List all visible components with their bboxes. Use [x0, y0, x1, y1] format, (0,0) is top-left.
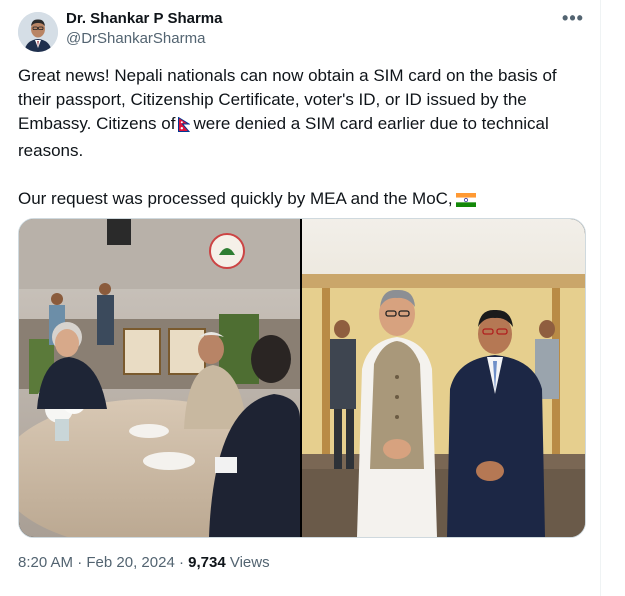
author-name[interactable]: Dr. Shankar P Sharma [66, 10, 222, 27]
tweet-paragraph-1: Great news! Nepali nationals can now obt… [18, 64, 588, 163]
more-options-icon[interactable]: ••• [558, 8, 588, 32]
tweet-time[interactable]: 8:20 AM [18, 554, 73, 571]
tweet-header: Dr. Shankar P Sharma @DrShankarSharma ••… [18, 8, 588, 52]
meta-separator: · [178, 554, 184, 571]
timeline-divider [600, 0, 601, 596]
tweet-metadata: 8:20 AM · Feb 20, 2024 · 9,734 Views [18, 554, 270, 571]
nepal-flag-icon [178, 115, 192, 139]
author-handle[interactable]: @DrShankarSharma [66, 30, 205, 47]
tweet-card: Dr. Shankar P Sharma @DrShankarSharma ••… [0, 0, 625, 596]
views-label: Views [229, 554, 270, 571]
tweet-text-part-3: Our request was processed quickly by MEA… [18, 189, 453, 208]
tweet-text: Great news! Nepali nationals can now obt… [18, 64, 588, 214]
tweet-paragraph-2: Our request was processed quickly by MEA… [18, 187, 588, 214]
two-men-standing-photo[interactable] [302, 219, 585, 537]
tweet-date[interactable]: Feb 20, 2024 [86, 554, 174, 571]
meta-separator: · [77, 554, 83, 571]
india-flag-icon [455, 190, 476, 214]
views-count: 9,734 [188, 554, 226, 571]
tweet-media[interactable] [18, 218, 586, 538]
avatar[interactable] [18, 12, 58, 52]
meeting-table-photo[interactable] [19, 219, 300, 537]
